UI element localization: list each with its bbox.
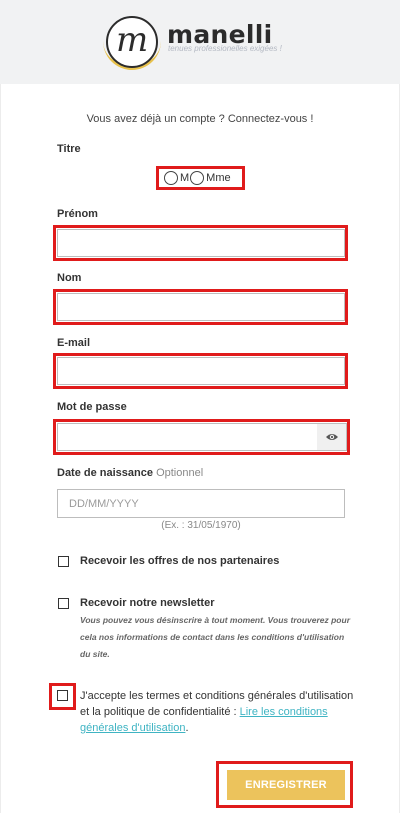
radio-mme-label: Mme [206,172,231,184]
birthdate-field [57,489,345,518]
logo-initial: m [116,20,149,60]
partners-checkbox[interactable] [58,556,69,567]
birthdate-label-text: Date de naissance [57,467,153,479]
password-toggle-button[interactable] [317,423,347,451]
newsletter-label: Recevoir notre newsletter [80,597,215,609]
newsletter-checkbox[interactable] [58,598,69,609]
firstname-input[interactable] [57,229,345,257]
header: m manelli tenues professionelles exigées… [0,0,400,84]
logo-tagline: tenues professionelles exigées ! [168,44,282,53]
radio-mme[interactable] [190,171,205,185]
firstname-label: Prénom [57,208,98,220]
newsletter-note: Vous pouvez vous désinscrire à tout mome… [80,615,351,659]
email-input[interactable] [57,357,345,385]
email-label: E-mail [57,337,91,349]
title-radio-group: M Mme [156,166,245,190]
radio-m-label: M [180,172,190,184]
password-label: Mot de passe [57,401,127,413]
birthdate-optional: Optionnel [156,467,204,479]
password-input[interactable] [57,423,318,451]
eye-icon [325,434,338,440]
lastname-label: Nom [57,272,82,284]
terms-checkbox[interactable] [57,690,68,701]
partners-label: Recevoir les offres de nos partenaires [80,555,280,567]
birthdate-hint: (Ex. : 31/05/1970) [161,520,241,531]
terms-text: J'accepte les termes et conditions génér… [80,688,358,736]
register-button[interactable]: ENREGISTRER [227,770,345,800]
birthdate-input[interactable] [58,490,344,517]
radio-m[interactable] [164,171,178,185]
birthdate-label: Date de naissance Optionnel [57,467,203,479]
terms-period: . [185,722,189,734]
lastname-input[interactable] [57,293,345,321]
title-label: Titre [57,143,81,155]
login-prompt-link[interactable]: Vous avez déjà un compte ? Connectez-vou… [0,113,400,125]
